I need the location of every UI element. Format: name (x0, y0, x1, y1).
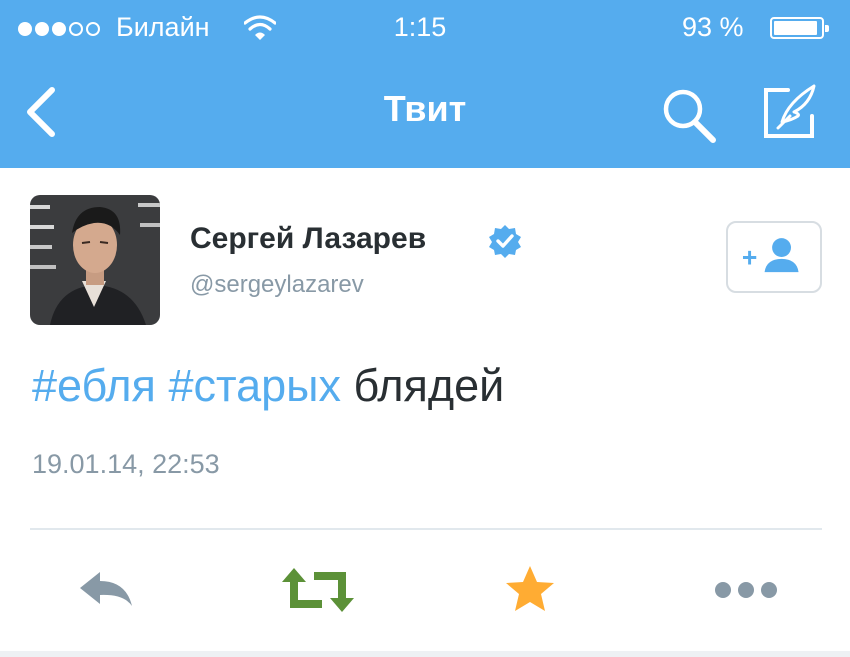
author-name[interactable]: Сергей Лазарев (190, 222, 426, 256)
divider (30, 528, 822, 530)
tweet-text-segment (156, 360, 169, 411)
tweet-timestamp: 19.01.14, 22:53 (32, 449, 220, 479)
signal-strength-icon (18, 22, 100, 36)
bottom-divider (0, 651, 850, 657)
author-handle[interactable]: @sergeylazarev (190, 271, 364, 299)
more-icon[interactable] (712, 560, 780, 620)
battery-icon (770, 17, 829, 39)
top-bar: Билайн 1:15 93 % Твит (0, 0, 850, 168)
battery-percentage: 93 % (682, 12, 744, 42)
add-user-icon: + (742, 238, 799, 272)
battery-fill (774, 21, 817, 35)
compose-icon[interactable] (758, 82, 820, 144)
status-time: 1:15 (393, 12, 447, 42)
back-icon[interactable] (20, 82, 64, 142)
carrier-name: Билайн (116, 12, 210, 42)
avatar[interactable] (30, 195, 160, 325)
signal-dot (35, 22, 49, 36)
page-title: Твит (383, 88, 467, 129)
tweet-text: #ебля #старых блядей (32, 360, 504, 412)
navigation-bar: Твит (0, 58, 850, 168)
svg-text:+: + (742, 242, 757, 272)
verified-badge-icon (489, 225, 521, 258)
hashtag-link[interactable]: #старых (168, 360, 341, 411)
hashtag-link[interactable]: #ебля (32, 360, 156, 411)
battery-tip (825, 25, 829, 32)
tweet-text-segment: блядей (340, 360, 505, 411)
signal-dot (86, 22, 100, 36)
signal-dot (18, 22, 32, 36)
signal-dot (52, 22, 66, 36)
follow-button[interactable]: + (726, 221, 822, 293)
wifi-icon (244, 15, 276, 40)
favorite-icon[interactable] (500, 560, 560, 620)
retweet-icon[interactable] (278, 560, 358, 620)
signal-dot (69, 22, 83, 36)
search-icon[interactable] (660, 86, 718, 144)
status-bar: Билайн 1:15 93 % (0, 0, 850, 58)
reply-icon[interactable] (74, 560, 140, 620)
